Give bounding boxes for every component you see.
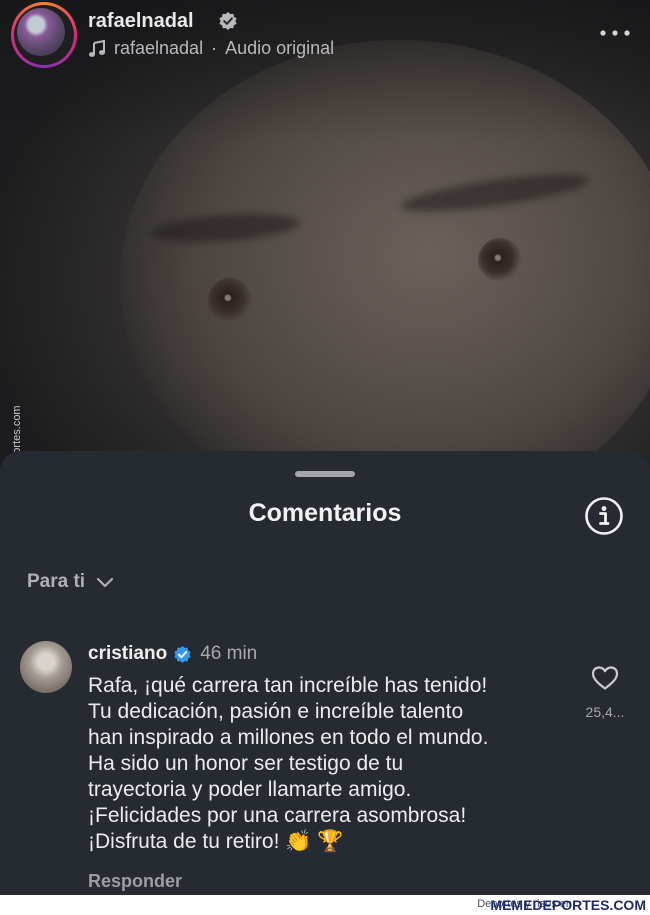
- comment-line: Tu dedicación, pasión e increíble talent…: [88, 700, 464, 723]
- audio-separator: ·: [211, 38, 218, 58]
- chevron-down-icon: [96, 577, 114, 588]
- comment-time: 46 min: [200, 643, 258, 664]
- author-avatar-image: [17, 8, 65, 56]
- comment-line: han inspirado a millones en todo el mund…: [88, 726, 489, 749]
- comment-item: cristiano 46 min Rafa, ¡qué carrera tan …: [0, 641, 650, 891]
- comment-line: trayectoria y poder llamarte amigo.: [88, 778, 412, 801]
- sheet-drag-handle[interactable]: [295, 471, 355, 477]
- info-icon[interactable]: [584, 496, 624, 536]
- comment-filter-dropdown[interactable]: Para ti: [27, 571, 115, 593]
- comment-text: Rafa, ¡qué carrera tan increíble has ten…: [88, 673, 558, 855]
- bottom-watermark-bar: Deportes y risos en MEMEDEPORTES.COM: [0, 895, 650, 915]
- more-options-icon[interactable]: [598, 23, 632, 43]
- comment-header: cristiano 46 min: [88, 643, 257, 665]
- post-header: rafaelnadal rafaelnadal · Audio original: [0, 0, 650, 80]
- comment-line: Rafa, ¡qué carrera tan increíble has ten…: [88, 674, 488, 697]
- heart-icon[interactable]: [591, 665, 619, 691]
- comment-line: ¡Felicidades por una carrera asombrosa!: [88, 804, 467, 827]
- audio-label: Audio original: [225, 38, 335, 58]
- comment-like: 25,4...: [580, 665, 630, 720]
- like-count: 25,4...: [585, 704, 625, 720]
- reply-button[interactable]: Responder: [88, 871, 182, 892]
- author-avatar[interactable]: [11, 2, 77, 68]
- audio-owner: rafaelnadal: [114, 38, 204, 58]
- verified-badge-icon: [174, 645, 191, 663]
- filter-label: Para ti: [27, 571, 86, 592]
- comments-sheet: Comentarios Para ti cristiano 46 min Raf…: [0, 451, 650, 895]
- music-note-icon: [89, 39, 105, 57]
- commenter-avatar[interactable]: [20, 641, 72, 693]
- sheet-title: Comentarios: [248, 499, 402, 527]
- comment-line: Ha sido un honor ser testigo de tu: [88, 752, 404, 775]
- author-username[interactable]: rafaelnadal: [88, 10, 194, 33]
- bottom-watermark-brand: MEMEDEPORTES.COM: [490, 897, 646, 913]
- audio-row[interactable]: rafaelnadal · Audio original: [88, 38, 334, 59]
- reel-screen: rafaelnadal rafaelnadal · Audio original…: [0, 0, 650, 915]
- verified-badge-icon: [219, 12, 237, 30]
- comment-line: ¡Disfruta de tu retiro! 👏 🏆: [88, 830, 344, 853]
- commenter-username[interactable]: cristiano: [88, 643, 167, 665]
